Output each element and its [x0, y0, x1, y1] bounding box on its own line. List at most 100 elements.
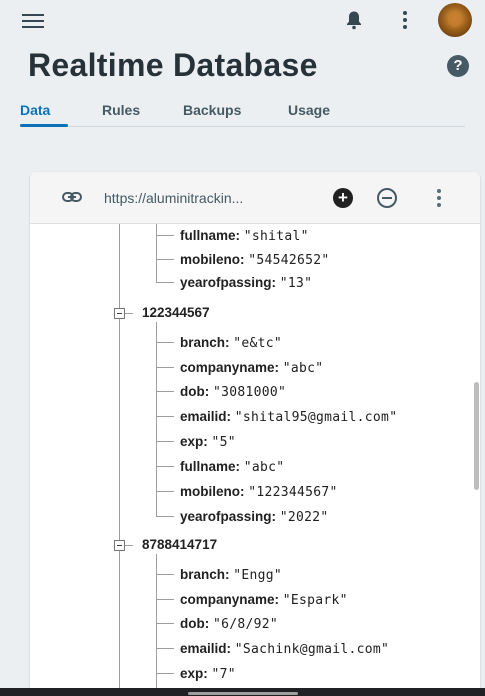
- tree-leaf[interactable]: companyname: "abc": [180, 360, 323, 377]
- tree-line: [156, 259, 174, 260]
- leaf-key: companyname: [180, 592, 275, 607]
- remove-node-icon[interactable]: [377, 188, 397, 208]
- key-separator: :: [204, 616, 213, 631]
- leaf-key: dob: [180, 616, 205, 631]
- tab-bar: Data Rules Backups Usage: [20, 100, 465, 127]
- tree-line: [156, 574, 174, 575]
- tab-data[interactable]: Data: [20, 102, 50, 118]
- tree-line: [156, 648, 174, 649]
- tree-leaf[interactable]: mobileno: "54542652": [180, 252, 330, 269]
- more-vert-icon[interactable]: [402, 11, 408, 31]
- tree-line: [156, 673, 174, 674]
- leaf-value: "7": [211, 667, 236, 682]
- tree-leaf[interactable]: dob: "3081000": [180, 384, 286, 401]
- key-separator: :: [235, 459, 244, 474]
- tree-leaf[interactable]: dob: "6/8/92": [180, 616, 278, 633]
- data-tree: fullname: "shital" mobileno: "54542652" …: [30, 224, 480, 696]
- bell-icon[interactable]: [345, 10, 363, 30]
- link-icon: [62, 192, 82, 202]
- leaf-key: mobileno: [180, 484, 240, 499]
- key-separator: :: [226, 641, 235, 656]
- node-key: 122344567: [142, 305, 210, 320]
- leaf-value: "abc": [282, 361, 324, 376]
- key-separator: :: [271, 275, 280, 290]
- leaf-value: "abc": [243, 460, 285, 475]
- tree-line: [156, 516, 174, 517]
- tree-leaf[interactable]: fullname: "abc": [180, 459, 284, 476]
- leaf-key: branch: [180, 335, 226, 350]
- tree-leaf[interactable]: yearofpassing: "13": [180, 275, 312, 292]
- database-url[interactable]: https://aluminitrackin...: [104, 190, 243, 206]
- key-separator: :: [203, 434, 212, 449]
- tree-line: [156, 282, 174, 283]
- leaf-key: dob: [180, 384, 205, 399]
- key-separator: :: [240, 484, 249, 499]
- tree-line: [156, 623, 174, 624]
- leaf-key: companyname: [180, 360, 275, 375]
- key-separator: :: [204, 384, 213, 399]
- leaf-value: "3081000": [213, 385, 287, 400]
- collapse-toggle-icon[interactable]: [114, 308, 125, 319]
- tree-node[interactable]: 8788414717: [142, 537, 217, 553]
- tree-leaf[interactable]: fullname: "shital": [180, 228, 309, 245]
- tree-leaf[interactable]: emailid: "Sachink@gmail.com": [180, 641, 389, 658]
- scrollbar-thumb[interactable]: [474, 382, 479, 490]
- tree-line: [156, 491, 174, 492]
- key-separator: :: [203, 666, 212, 681]
- hamburger-menu-icon[interactable]: [22, 14, 44, 30]
- leaf-value: "54542652": [248, 253, 330, 268]
- tree-line: [156, 554, 157, 696]
- tree-line: [156, 224, 157, 282]
- tree-leaf[interactable]: branch: "Engg": [180, 567, 282, 584]
- tab-backups[interactable]: Backups: [183, 102, 241, 118]
- tab-usage[interactable]: Usage: [288, 102, 330, 118]
- tree-line: [156, 322, 157, 516]
- leaf-value: "2022": [279, 510, 329, 525]
- leaf-value: "e&tc": [233, 336, 283, 351]
- key-separator: :: [274, 360, 283, 375]
- leaf-key: yearofpassing: [180, 275, 272, 290]
- key-separator: :: [226, 409, 235, 424]
- more-vert-icon[interactable]: [436, 189, 442, 209]
- add-node-icon[interactable]: +: [333, 188, 353, 208]
- tree-leaf[interactable]: yearofpassing: "2022": [180, 509, 329, 526]
- tab-rules[interactable]: Rules: [102, 102, 140, 118]
- tree-leaf[interactable]: exp: "7": [180, 666, 236, 683]
- node-key: 8788414717: [142, 537, 218, 552]
- tree-line: [156, 416, 174, 417]
- leaf-key: emailid: [180, 409, 227, 424]
- leaf-key: fullname: [180, 459, 236, 474]
- key-separator: :: [271, 509, 280, 524]
- key-separator: :: [240, 252, 249, 267]
- collapse-toggle-icon[interactable]: [114, 540, 125, 551]
- tree-line: [156, 391, 174, 392]
- tree-leaf[interactable]: branch: "e&tc": [180, 335, 282, 352]
- leaf-value: "Sachink@gmail.com": [234, 642, 390, 657]
- leaf-value: "13": [279, 276, 313, 291]
- leaf-value: "shital95@gmail.com": [234, 410, 398, 425]
- page-title: Realtime Database: [28, 47, 318, 83]
- leaf-key: fullname: [180, 228, 236, 243]
- leaf-value: "6/8/92": [213, 617, 279, 632]
- tree-line: [156, 235, 174, 236]
- help-icon[interactable]: ?: [447, 55, 469, 77]
- key-separator: :: [274, 592, 283, 607]
- leaf-value: "5": [211, 435, 236, 450]
- leaf-key: emailid: [180, 641, 227, 656]
- database-panel: https://aluminitrackin... + fullname: "s…: [30, 172, 480, 696]
- leaf-value: "Engg": [233, 568, 283, 583]
- avatar[interactable]: [438, 3, 472, 37]
- tree-leaf[interactable]: emailid: "shital95@gmail.com": [180, 409, 397, 426]
- leaf-value: "122344567": [248, 485, 338, 500]
- app-bar: [0, 0, 485, 44]
- gesture-handle[interactable]: [188, 692, 298, 695]
- leaf-key: branch: [180, 567, 226, 582]
- tree-line: [119, 224, 120, 696]
- tree-node[interactable]: 122344567: [142, 305, 210, 321]
- tree-leaf[interactable]: exp: "5": [180, 434, 236, 451]
- active-tab-indicator: [20, 124, 68, 127]
- leaf-key: exp: [180, 666, 204, 681]
- tree-leaf[interactable]: mobileno: "122344567": [180, 484, 338, 501]
- leaf-key: mobileno: [180, 252, 240, 267]
- tree-leaf[interactable]: companyname: "Espark": [180, 592, 348, 609]
